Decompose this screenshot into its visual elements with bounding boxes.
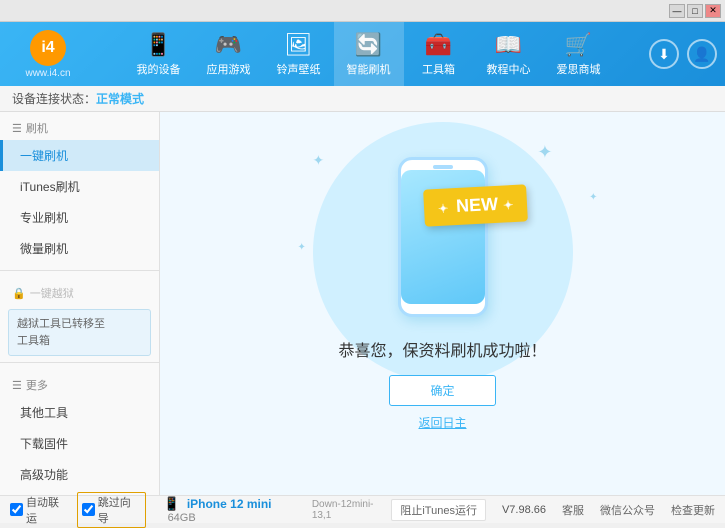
- nav-bar: i4 www.i4.cn 📱 我的设备 🎮 应用游戏 🖼 铃声壁纸 🔄 智能刷机…: [0, 22, 725, 86]
- skip-wizard-input[interactable]: [82, 503, 95, 516]
- confirm-button[interactable]: 确定: [389, 375, 495, 406]
- nav-right-actions: ⬇ 👤: [649, 39, 717, 69]
- nav-apps-label: 应用游戏: [207, 61, 251, 77]
- skip-wizard-checkbox[interactable]: 跳过向导: [77, 492, 146, 528]
- toolbox-icon: 🧰: [425, 32, 452, 58]
- account-btn[interactable]: 👤: [687, 39, 717, 69]
- phone-mockup: [398, 157, 488, 317]
- flash-icon: 🔄: [355, 32, 382, 58]
- nav-ringtones-label: 铃声壁纸: [277, 61, 321, 77]
- app-logo: i4 www.i4.cn: [8, 30, 88, 79]
- auto-connect-label: 自动联运: [26, 494, 69, 526]
- nav-ringtones[interactable]: 🖼 铃声壁纸: [264, 22, 334, 86]
- jailbreak-info-text: 越狱工具已转移至工具箱: [17, 318, 105, 347]
- jailbreak-info-box: 越狱工具已转移至工具箱: [8, 309, 151, 356]
- check-update-link[interactable]: 检查更新: [671, 502, 715, 518]
- sparkle-2: ✦: [589, 192, 597, 203]
- lock-icon: 🔒: [12, 287, 26, 300]
- sidebar-divider-1: [0, 270, 159, 271]
- success-message: 恭喜您，保资料刷机成功啦！: [338, 337, 546, 361]
- sparkle-1: ✦: [313, 152, 325, 169]
- sidebar-section-flash: ☰ 刷机: [0, 112, 159, 140]
- new-badge: NEW: [423, 184, 528, 226]
- device-storage: 64GB: [168, 512, 196, 524]
- status-bar: 设备连接状态： 正常模式: [0, 86, 725, 112]
- sidebar-advanced[interactable]: 高级功能: [0, 459, 159, 490]
- sparkle-3: ✦: [298, 242, 306, 253]
- nav-items: 📱 我的设备 🎮 应用游戏 🖼 铃声壁纸 🔄 智能刷机 🧰 工具箱 📖 教程中心…: [96, 22, 641, 86]
- nav-toolbox[interactable]: 🧰 工具箱: [404, 22, 474, 86]
- version-label: V7.98.66: [502, 504, 546, 516]
- sidebar-itunes-flash[interactable]: iTunes刷机: [0, 171, 159, 202]
- auto-connect-checkbox[interactable]: 自动联运: [10, 494, 69, 526]
- bottom-bar: 自动联运 跳过向导 📱 iPhone 12 mini 64GB Down-12m…: [0, 495, 725, 523]
- customer-service-link[interactable]: 客服: [562, 502, 584, 518]
- title-bar: — □ ✕: [0, 0, 725, 22]
- sidebar-section-jailbreak: 🔒 一键越狱: [0, 277, 159, 305]
- phone-illustration: NEW: [398, 157, 488, 317]
- sidebar-divider-2: [0, 362, 159, 363]
- sidebar-pro-flash[interactable]: 专业刷机: [0, 202, 159, 233]
- sidebar: ☰ 刷机 一键刷机 iTunes刷机 专业刷机 微量刷机 🔒 一键越狱 越狱工具…: [0, 112, 160, 495]
- status-value: 正常模式: [96, 90, 144, 107]
- jailbreak-section-title: 一键越狱: [30, 285, 74, 301]
- status-prefix: 设备连接状态：: [12, 90, 96, 107]
- device-info: 📱 iPhone 12 mini 64GB: [164, 496, 304, 524]
- sidebar-section-more: ☰ 更多: [0, 369, 159, 397]
- download-btn[interactable]: ⬇: [649, 39, 679, 69]
- maximize-btn[interactable]: □: [687, 4, 703, 18]
- ringtones-icon: 🖼: [285, 32, 313, 58]
- close-btn[interactable]: ✕: [705, 4, 721, 18]
- go-home-link[interactable]: 返回日主: [418, 414, 466, 431]
- apps-icon: 🎮: [215, 32, 242, 58]
- nav-toolbox-label: 工具箱: [422, 61, 455, 77]
- flash-section-icon: ☰: [12, 122, 22, 135]
- nav-my-device[interactable]: 📱 我的设备: [124, 22, 194, 86]
- sidebar-download-firmware[interactable]: 下载固件: [0, 428, 159, 459]
- tutorials-icon: 📖: [495, 32, 522, 58]
- more-section-title: 更多: [26, 377, 48, 393]
- bottom-right: 阻止iTunes运行 V7.98.66 客服 微信公众号 检查更新: [391, 499, 715, 521]
- logo-subtitle: www.i4.cn: [25, 68, 70, 79]
- nav-shop[interactable]: 🛒 爱思商城: [544, 22, 614, 86]
- flash-section-title: 刷机: [26, 120, 48, 136]
- new-badge-text: NEW: [456, 193, 499, 215]
- content-area: ✦ ✦ ✦ ✦ NEW 恭喜您，保资料刷机成功啦！ 确定 返回日主: [160, 112, 725, 495]
- stop-itunes-btn[interactable]: 阻止iTunes运行: [391, 499, 486, 521]
- sidebar-micro-flash[interactable]: 微量刷机: [0, 233, 159, 264]
- device-os: Down-12mini-13,1: [312, 499, 392, 521]
- bottom-left: 自动联运 跳过向导 📱 iPhone 12 mini 64GB Down-12m…: [10, 492, 391, 528]
- my-device-icon: 📱: [145, 32, 172, 58]
- nav-flash[interactable]: 🔄 智能刷机: [334, 22, 404, 86]
- sidebar-other-tools[interactable]: 其他工具: [0, 397, 159, 428]
- nav-shop-label: 爱思商城: [557, 61, 601, 77]
- main-area: ☰ 刷机 一键刷机 iTunes刷机 专业刷机 微量刷机 🔒 一键越狱 越狱工具…: [0, 112, 725, 495]
- minimize-btn[interactable]: —: [669, 4, 685, 18]
- sidebar-onekey-flash[interactable]: 一键刷机: [0, 140, 159, 171]
- nav-tutorials-label: 教程中心: [487, 61, 531, 77]
- logo-icon: i4: [30, 30, 66, 66]
- wechat-link[interactable]: 微信公众号: [600, 502, 655, 518]
- nav-tutorials[interactable]: 📖 教程中心: [474, 22, 544, 86]
- more-section-icon: ☰: [12, 379, 22, 392]
- sparkle-4: ✦: [537, 142, 552, 163]
- skip-wizard-label: 跳过向导: [98, 494, 141, 526]
- nav-apps[interactable]: 🎮 应用游戏: [194, 22, 264, 86]
- device-name: iPhone 12 mini: [187, 497, 272, 511]
- auto-connect-input[interactable]: [10, 503, 23, 516]
- shop-icon: 🛒: [565, 32, 592, 58]
- nav-my-device-label: 我的设备: [137, 61, 181, 77]
- nav-flash-label: 智能刷机: [347, 61, 391, 77]
